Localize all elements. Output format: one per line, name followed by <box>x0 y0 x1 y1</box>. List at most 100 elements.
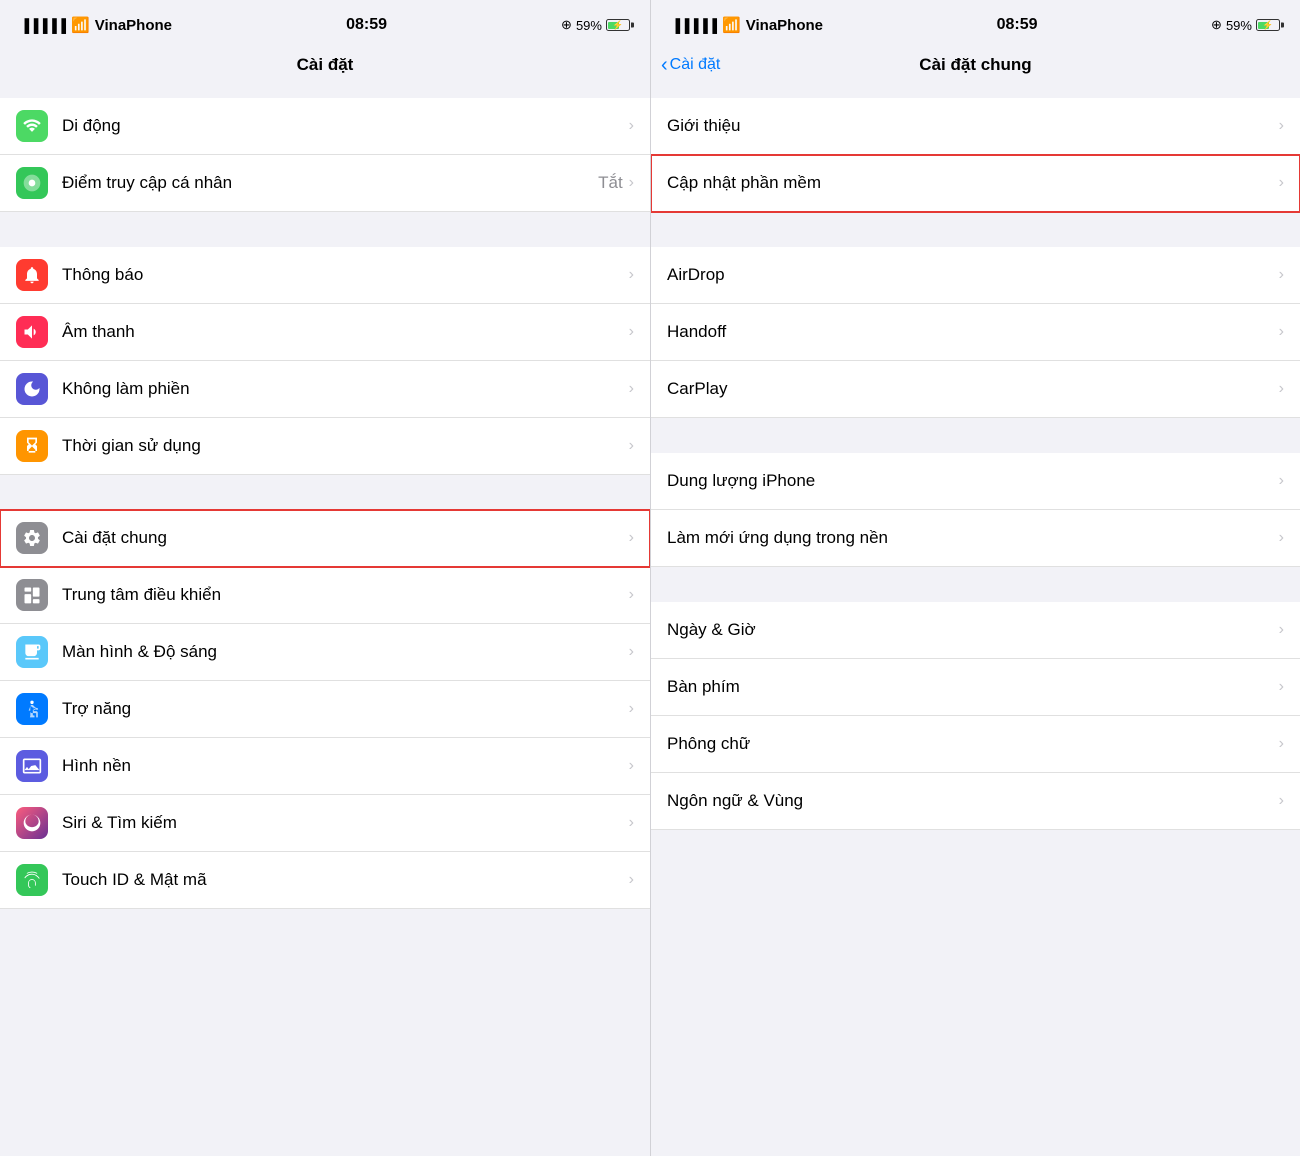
label-tro-nang: Trợ năng <box>62 699 629 719</box>
chevron-ban-phim: › <box>1279 678 1284 696</box>
label-thong-bao: Thông báo <box>62 265 629 285</box>
section-gap-1 <box>0 88 650 98</box>
page-title-left: Cài đặt <box>297 55 354 75</box>
chevron-hinh-nen: › <box>629 757 634 775</box>
chevron-ngon-ngu: › <box>1279 792 1284 810</box>
list-item-cai-dat-chung[interactable]: Cài đặt chung › <box>0 510 650 567</box>
label-dung-luong: Dung lượng iPhone <box>667 471 1279 491</box>
list-item-airdrop[interactable]: AirDrop › <box>651 247 1300 304</box>
wifi-icon-right: 📶 <box>722 16 741 34</box>
list-item-handoff[interactable]: Handoff › <box>651 304 1300 361</box>
icon-khong-lam-phien <box>16 373 48 405</box>
chevron-di-dong: › <box>629 117 634 135</box>
time-left: 08:59 <box>346 16 387 34</box>
chevron-trung-tam: › <box>629 586 634 604</box>
chevron-man-hinh: › <box>629 643 634 661</box>
list-item-touch-id[interactable]: Touch ID & Mật mã › <box>0 852 650 909</box>
battery-left: ⊕ 59% ⚡ <box>561 17 630 33</box>
list-item-ngon-ngu[interactable]: Ngôn ngữ & Vùng › <box>651 773 1300 830</box>
chevron-carplay: › <box>1279 380 1284 398</box>
chevron-dung-luong: › <box>1279 472 1284 490</box>
settings-list-right: Giới thiệu › Cập nhật phần mềm › AirDrop… <box>651 88 1300 1156</box>
icon-thoi-gian <box>16 430 48 462</box>
list-item-gioi-thieu[interactable]: Giới thiệu › <box>651 98 1300 155</box>
label-ngay-gio: Ngày & Giờ <box>667 620 1279 640</box>
status-bar-left: ▐▐▐▐▐ 📶 VinaPhone 08:59 ⊕ 59% ⚡ <box>0 0 650 44</box>
nav-header-left: Cài đặt <box>0 44 650 88</box>
label-handoff: Handoff <box>667 322 1279 342</box>
chevron-tro-nang: › <box>629 700 634 718</box>
label-siri: Siri & Tìm kiếm <box>62 813 629 833</box>
chevron-khong-lam-phien: › <box>629 380 634 398</box>
status-bar-right: ▐▐▐▐▐ 📶 VinaPhone 08:59 ⊕ 59% ⚡ <box>651 0 1300 44</box>
chevron-thoi-gian: › <box>629 437 634 455</box>
label-gioi-thieu: Giới thiệu <box>667 116 1279 136</box>
chevron-diem-truy-cap: › <box>629 174 634 192</box>
bottom-gap <box>0 909 650 944</box>
list-item-ngay-gio[interactable]: Ngày & Giờ › <box>651 602 1300 659</box>
list-item-carplay[interactable]: CarPlay › <box>651 361 1300 418</box>
back-chevron-icon: ‹ <box>661 55 668 75</box>
icon-thong-bao <box>16 259 48 291</box>
location-icon-right: ⊕ <box>1211 17 1222 33</box>
icon-hinh-nen <box>16 750 48 782</box>
page-title-right: Cài đặt chung <box>919 55 1031 75</box>
wifi-icon-left: 📶 <box>71 16 90 34</box>
nav-header-right: ‹ Cài đặt Cài đặt chung <box>651 44 1300 88</box>
signal-icon-left: ▐▐▐▐▐ <box>20 18 66 33</box>
battery-right: ⊕ 59% ⚡ <box>1211 17 1280 33</box>
icon-diem-truy-cap <box>16 167 48 199</box>
list-item-am-thanh[interactable]: Âm thanh › <box>0 304 650 361</box>
label-touch-id: Touch ID & Mật mã <box>62 870 629 890</box>
list-item-khong-lam-phien[interactable]: Không làm phiền › <box>0 361 650 418</box>
section-divider-r2 <box>651 212 1300 247</box>
list-item-siri[interactable]: Siri & Tìm kiếm › <box>0 795 650 852</box>
chevron-am-thanh: › <box>629 323 634 341</box>
icon-am-thanh <box>16 316 48 348</box>
label-cap-nhat: Cập nhật phần mềm <box>667 173 1279 193</box>
list-item-thong-bao[interactable]: Thông báo › <box>0 247 650 304</box>
label-diem-truy-cap: Điểm truy cập cá nhân <box>62 173 598 193</box>
list-item-tro-nang[interactable]: Trợ năng › <box>0 681 650 738</box>
chevron-gioi-thieu: › <box>1279 117 1284 135</box>
time-right: 08:59 <box>997 16 1038 34</box>
label-cai-dat-chung: Cài đặt chung <box>62 528 629 548</box>
label-thoi-gian: Thời gian sử dụng <box>62 436 629 456</box>
icon-di-dong <box>16 110 48 142</box>
label-airdrop: AirDrop <box>667 265 1279 285</box>
icon-man-hinh <box>16 636 48 668</box>
chevron-cai-dat-chung: › <box>629 529 634 547</box>
list-item-ban-phim[interactable]: Bàn phím › <box>651 659 1300 716</box>
icon-trung-tam <box>16 579 48 611</box>
list-item-man-hinh[interactable]: Màn hình & Độ sáng › <box>0 624 650 681</box>
list-item-cap-nhat[interactable]: Cập nhật phần mềm › <box>651 155 1300 212</box>
list-item-lam-moi[interactable]: Làm mới ứng dụng trong nền › <box>651 510 1300 567</box>
label-phong-chu: Phông chữ <box>667 734 1279 754</box>
carrier-right: ▐▐▐▐▐ 📶 VinaPhone <box>671 16 823 34</box>
chevron-lam-moi: › <box>1279 529 1284 547</box>
section-divider-r4 <box>651 567 1300 602</box>
label-hinh-nen: Hình nền <box>62 756 629 776</box>
battery-icon-left: ⚡ <box>606 19 630 31</box>
label-di-dong: Di động <box>62 116 629 136</box>
battery-icon-right: ⚡ <box>1256 19 1280 31</box>
label-lam-moi: Làm mới ứng dụng trong nền <box>667 528 1279 548</box>
chevron-touch-id: › <box>629 871 634 889</box>
carrier-left: ▐▐▐▐▐ 📶 VinaPhone <box>20 16 172 34</box>
list-item-di-dong[interactable]: Di động › <box>0 98 650 155</box>
chevron-phong-chu: › <box>1279 735 1284 753</box>
section-divider-r3 <box>651 418 1300 453</box>
section-divider-3 <box>0 475 650 510</box>
icon-touch-id <box>16 864 48 896</box>
chevron-airdrop: › <box>1279 266 1284 284</box>
label-trung-tam: Trung tâm điều khiển <box>62 585 629 605</box>
list-item-dung-luong[interactable]: Dung lượng iPhone › <box>651 453 1300 510</box>
list-item-trung-tam[interactable]: Trung tâm điều khiển › <box>0 567 650 624</box>
back-button[interactable]: ‹ Cài đặt <box>661 55 720 75</box>
list-item-diem-truy-cap[interactable]: Điểm truy cập cá nhân Tắt › <box>0 155 650 212</box>
chevron-ngay-gio: › <box>1279 621 1284 639</box>
list-item-thoi-gian[interactable]: Thời gian sử dụng › <box>0 418 650 475</box>
list-item-phong-chu[interactable]: Phông chữ › <box>651 716 1300 773</box>
list-item-hinh-nen[interactable]: Hình nền › <box>0 738 650 795</box>
label-khong-lam-phien: Không làm phiền <box>62 379 629 399</box>
